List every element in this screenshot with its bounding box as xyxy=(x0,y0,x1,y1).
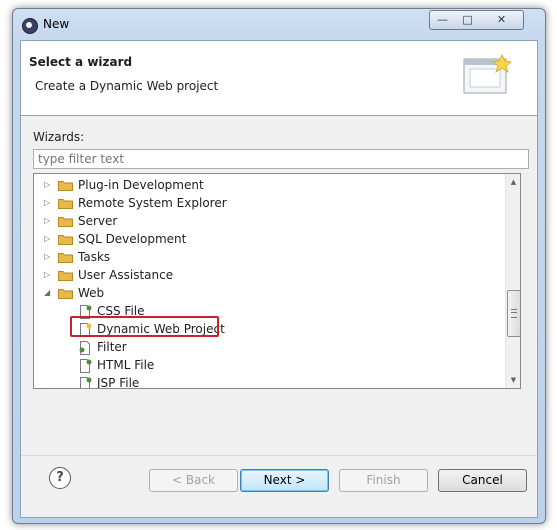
maximize-button[interactable]: □ xyxy=(455,10,481,30)
tree-item-label: Server xyxy=(78,214,118,228)
folder-icon xyxy=(58,217,73,227)
tree-folder-item[interactable]: ▷ Server xyxy=(34,212,494,230)
minimize-button[interactable]: — xyxy=(429,10,456,30)
tree-item-label: Tasks xyxy=(78,250,111,264)
new-wizard-dialog: New — □ ✕ Select a wizard Create a Dynam… xyxy=(12,8,546,524)
tree-item-label: Plug-in Development xyxy=(78,178,204,192)
folder-icon xyxy=(58,271,73,281)
next-button[interactable]: Next > xyxy=(240,469,329,492)
selection-highlight xyxy=(70,316,219,337)
collapsed-arrow-icon[interactable]: ▷ xyxy=(44,194,52,212)
cancel-button[interactable]: Cancel xyxy=(438,469,527,492)
tree-file-item[interactable]: Filter xyxy=(34,338,494,356)
folder-icon xyxy=(58,199,73,209)
tree-item-label: Filter xyxy=(97,340,127,354)
expanded-arrow-icon[interactable]: ◢ xyxy=(44,284,52,302)
tree-folder-item[interactable]: ◢ Web xyxy=(34,284,494,302)
folder-icon xyxy=(58,253,73,263)
open-folder-icon xyxy=(58,289,73,299)
tree-item-label: HTML File xyxy=(97,358,155,372)
tree-item-label: SQL Development xyxy=(78,232,187,246)
page-description: Create a Dynamic Web project xyxy=(35,79,219,93)
tree-folder-item[interactable]: ▷ Plug-in Development xyxy=(34,176,494,194)
wizards-label: Wizards: xyxy=(33,130,85,144)
tree-folder-item[interactable]: ▷ Tasks xyxy=(34,248,494,266)
filter-input[interactable] xyxy=(33,149,529,169)
folder-icon xyxy=(58,181,73,191)
tree-item-label: JSP File xyxy=(97,376,140,389)
tree-file-item[interactable]: JSP File xyxy=(34,374,494,389)
collapsed-arrow-icon[interactable]: ▷ xyxy=(44,266,52,284)
title-bar[interactable]: New — □ ✕ xyxy=(13,9,545,39)
collapsed-arrow-icon[interactable]: ▷ xyxy=(44,230,52,248)
collapsed-arrow-icon[interactable]: ▷ xyxy=(44,248,52,266)
collapsed-arrow-icon[interactable]: ▷ xyxy=(44,176,52,194)
folder-icon xyxy=(58,235,73,245)
page-title: Select a wizard xyxy=(29,55,133,69)
scroll-up-icon[interactable]: ▲ xyxy=(506,174,520,190)
tree-folder-item[interactable]: ▷ User Assistance xyxy=(34,266,494,284)
back-button[interactable]: < Back xyxy=(149,469,238,492)
tree-item-label: Remote System Explorer xyxy=(78,196,227,210)
tree-scrollbar[interactable]: ▲ ▼ xyxy=(505,174,520,388)
collapsed-arrow-icon[interactable]: ▷ xyxy=(44,212,52,230)
eclipse-icon xyxy=(22,18,38,34)
finish-button[interactable]: Finish xyxy=(339,469,428,492)
html-file-icon xyxy=(80,359,92,373)
tree-item-label: Web xyxy=(78,286,105,300)
jsp-file-icon xyxy=(80,377,92,388)
tree-folder-item[interactable]: ▷ SQL Development xyxy=(34,230,494,248)
dialog-client-area: Select a wizard Create a Dynamic Web pro… xyxy=(20,40,538,518)
tree-item-label: User Assistance xyxy=(78,268,174,282)
filter-icon xyxy=(79,341,90,355)
close-button[interactable]: ✕ xyxy=(480,10,524,30)
scroll-down-icon[interactable]: ▼ xyxy=(506,372,520,388)
wizard-header: Select a wizard Create a Dynamic Web pro… xyxy=(21,41,537,116)
scroll-thumb[interactable] xyxy=(507,290,520,337)
tree-folder-item[interactable]: ▷ Remote System Explorer xyxy=(34,194,494,212)
help-icon[interactable]: ? xyxy=(49,467,71,489)
tree-file-item[interactable]: HTML File xyxy=(34,356,494,374)
wizard-tree[interactable]: ▷ Plug-in Development ▷ Remote System Explo… xyxy=(33,173,521,389)
wizard-banner-icon xyxy=(463,54,512,94)
footer-divider xyxy=(21,455,537,456)
window-title: New xyxy=(43,17,70,31)
